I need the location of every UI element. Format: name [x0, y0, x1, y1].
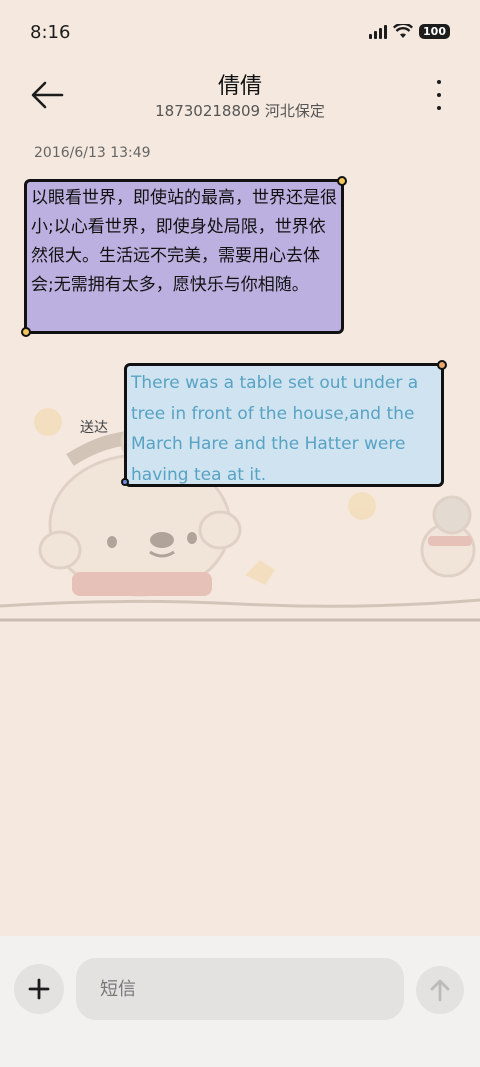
- incoming-message-text: 以眼看世界，即使站的最高，世界还是很小;以心看世界，即使身处局限，世界依然很大。…: [31, 188, 337, 295]
- delivered-status: 送达: [80, 420, 108, 436]
- bubble-corner-decoration-icon: [21, 327, 31, 337]
- outgoing-message-text: There was a table set out under a tree i…: [131, 373, 419, 485]
- incoming-message-bubble[interactable]: 以眼看世界，即使站的最高，世界还是很小;以心看世界，即使身处局限，世界依然很大。…: [21, 176, 347, 337]
- message-timestamp: 2016/6/13 13:49: [34, 145, 151, 161]
- arrow-up-icon: [430, 979, 450, 1002]
- bubble-corner-decoration-icon: [437, 360, 447, 370]
- signal-icon: [369, 24, 388, 39]
- add-attachment-button[interactable]: [14, 964, 64, 1014]
- outgoing-message-bubble[interactable]: There was a table set out under a tree i…: [121, 360, 447, 487]
- status-time: 8:16: [30, 22, 71, 43]
- status-icons: 100: [369, 24, 450, 39]
- wifi-icon: [393, 24, 414, 38]
- message-composer: [0, 936, 480, 1067]
- plus-icon: [28, 978, 50, 1000]
- send-button[interactable]: [416, 966, 464, 1014]
- bubble-corner-decoration-icon: [337, 176, 347, 186]
- contact-number-location: 18730218809 河北保定: [155, 102, 325, 120]
- conversation-header: 倩倩 18730218809 河北保定: [0, 66, 480, 126]
- status-bar: 8:16 100: [0, 0, 480, 66]
- sms-input[interactable]: [76, 958, 404, 1020]
- contact-name: 倩倩: [217, 74, 262, 99]
- more-options-button[interactable]: [434, 80, 444, 110]
- bubble-corner-decoration-icon: [121, 478, 129, 486]
- battery-icon: 100: [419, 24, 450, 39]
